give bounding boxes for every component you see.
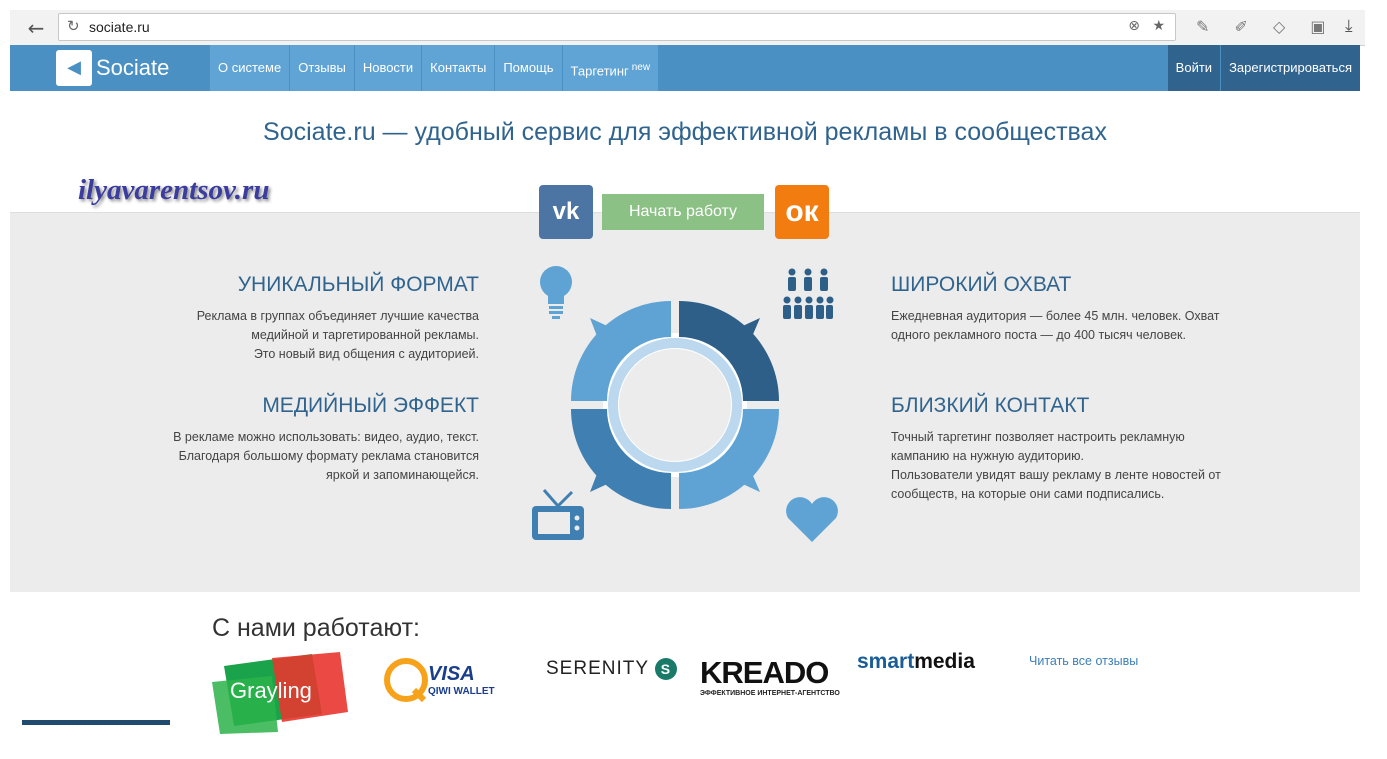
feature-title-contact: БЛИЗКИЙ КОНТАКТ bbox=[891, 394, 1090, 417]
kreado-subtitle: ЭФФЕКТИВНОЕ ИНТЕРНЕТ-АГЕНТСТВО bbox=[700, 690, 840, 697]
login-button[interactable]: Войти bbox=[1166, 45, 1220, 91]
new-badge: new bbox=[631, 62, 651, 73]
svg-text:QIWI WALLET: QIWI WALLET bbox=[428, 686, 495, 697]
extension-icons[interactable]: ✎ ✐ ◇ ▣ bbox=[1196, 17, 1336, 36]
smartmedia-media: media bbox=[914, 650, 975, 673]
serenity-s-icon: S bbox=[654, 658, 677, 680]
start-button[interactable]: Начать работу bbox=[602, 194, 764, 230]
download-icon[interactable]: ⤓ bbox=[1345, 16, 1353, 36]
smartmedia-smart: smart bbox=[857, 650, 915, 673]
circle-graphic bbox=[571, 301, 779, 509]
feature-text-media: В рекламе можно использовать: видео, ауд… bbox=[173, 430, 479, 482]
menu-item-targeting[interactable]: Таргетинг new bbox=[563, 45, 660, 91]
megaphone-icon[interactable]: ◀ bbox=[56, 50, 92, 86]
odnoklassniki-button[interactable]: ок bbox=[775, 185, 829, 239]
footer-bar bbox=[22, 720, 170, 725]
page-frame: ← ↻ sociate.ru ⊗ ★ ✎ ✐ ◇ ▣ ⤓ ◀ Sociate О… bbox=[0, 0, 1387, 759]
kreado-logo[interactable]: KREADO ЭФФЕКТИВНОЕ ИНТЕРНЕТ-АГЕНТСТВО bbox=[700, 655, 840, 698]
feature-text-contact: Точный таргетинг позволяет настроить рек… bbox=[891, 430, 1221, 501]
menu-item-about[interactable]: О системе bbox=[210, 45, 291, 91]
register-button[interactable]: Зарегистрироваться bbox=[1220, 45, 1360, 91]
kreado-wordmark: KREADO bbox=[700, 655, 829, 690]
browser-toolbar: ← ↻ sociate.ru ⊗ ★ ✎ ✐ ◇ ▣ ⤓ bbox=[10, 10, 1365, 46]
serenity-logo[interactable]: SERENITY S bbox=[546, 658, 677, 680]
lightbulb-icon bbox=[540, 266, 572, 319]
read-all-reviews-link[interactable]: Читать все отзывы bbox=[1029, 654, 1138, 668]
qiwi-visa-logo[interactable]: VISA QIWI WALLET bbox=[384, 658, 514, 704]
menu-item-reviews[interactable]: Отзывы bbox=[290, 45, 355, 91]
people-group-icon bbox=[783, 268, 834, 319]
auth-links: Войти Зарегистрироваться bbox=[1166, 45, 1360, 91]
reload-icon[interactable]: ↻ bbox=[67, 17, 80, 35]
vk-button[interactable]: vk bbox=[539, 185, 593, 239]
feature-text-unique: Реклама в группах объединяет лучшие каче… bbox=[196, 309, 479, 361]
bookmark-star-icon[interactable]: ⊗ ★ bbox=[1128, 18, 1169, 34]
feature-text-reach: Ежедневная аудитория — более 45 млн. чел… bbox=[891, 309, 1220, 342]
svg-text:VISA: VISA bbox=[428, 663, 475, 685]
svg-text:Grayling: Grayling bbox=[230, 678, 312, 703]
url-text[interactable]: sociate.ru bbox=[89, 19, 150, 35]
menu-item-news[interactable]: Новости bbox=[355, 45, 423, 91]
site-logo[interactable]: Sociate bbox=[96, 55, 169, 81]
main-menu: О системе Отзывы Новости Контакты Помощь… bbox=[210, 45, 660, 91]
vk-icon: vk bbox=[552, 198, 580, 225]
heart-icon bbox=[786, 497, 838, 542]
ok-icon: ок bbox=[785, 195, 819, 228]
menu-item-help[interactable]: Помощь bbox=[495, 45, 563, 91]
back-arrow-icon[interactable]: ← bbox=[24, 16, 48, 40]
site-navbar: ◀ Sociate О системе Отзывы Новости Конта… bbox=[10, 45, 1360, 91]
address-bar[interactable]: ↻ sociate.ru ⊗ ★ bbox=[58, 13, 1176, 41]
watermark-text: ilyavarentsov.ru bbox=[78, 174, 270, 206]
feature-title-unique: УНИКАЛЬНЫЙ ФОРМАТ bbox=[237, 273, 479, 296]
grayling-logo[interactable]: Grayling bbox=[212, 652, 352, 734]
feature-title-media: МЕДИЙНЫЙ ЭФФЕКТ bbox=[262, 394, 479, 417]
partners-title: С нами работают: bbox=[212, 614, 420, 642]
feature-title-reach: ШИРОКИЙ ОХВАТ bbox=[891, 273, 1072, 296]
tv-icon bbox=[532, 489, 584, 540]
page-headline: Sociate.ru — удобный сервис для эффектив… bbox=[263, 118, 1107, 146]
menu-item-contacts[interactable]: Контакты bbox=[422, 45, 496, 91]
smartmedia-logo[interactable]: smartmedia bbox=[857, 650, 975, 674]
